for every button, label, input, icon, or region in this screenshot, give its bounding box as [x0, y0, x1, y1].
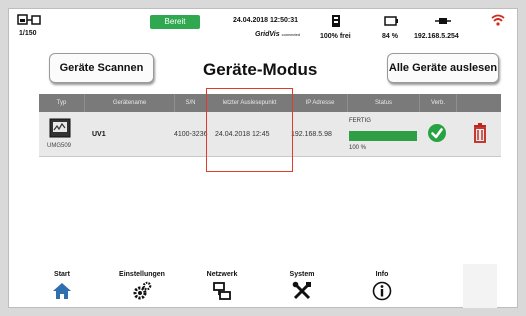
column-header-serial: S/N	[174, 94, 206, 112]
datetime: 24.04.2018 12:50:31	[233, 17, 298, 24]
column-header-actions	[456, 94, 501, 112]
status-text: FERTIG	[349, 118, 371, 124]
status-badge: Bereit	[150, 15, 200, 29]
nav-label-info[interactable]: Info	[376, 271, 389, 278]
ethernet-icon	[435, 18, 451, 24]
page-title: Geräte-Modus	[203, 60, 318, 79]
column-header-device-name: Gerätename	[84, 94, 174, 112]
app-name: GridVis connected	[255, 31, 300, 38]
device-serial: 4100-3236	[174, 131, 208, 138]
storage-free: 100% frei	[320, 33, 351, 40]
device-screen: 1/150 Bereit 24.04.2018 12:50:31 GridVis…	[8, 8, 518, 308]
nav-label-system[interactable]: System	[290, 271, 315, 278]
device-ip: 192.168.5.98	[291, 131, 332, 138]
progress-label: 100 %	[349, 145, 367, 151]
read-all-devices-button[interactable]: Alle Geräte auslesen	[387, 53, 499, 83]
device-counter: 1/150	[19, 30, 37, 37]
check-icon	[431, 128, 443, 139]
battery-level: 84 %	[382, 33, 398, 40]
gears-icon[interactable]	[132, 281, 152, 301]
device-type-icon	[49, 118, 71, 138]
ip-address: 192.168.5.254	[414, 33, 459, 40]
highlight-box	[206, 88, 293, 172]
battery-icon	[384, 16, 398, 26]
scan-devices-button[interactable]: Geräte Scannen	[49, 53, 154, 83]
app-name-label: GridVis	[255, 31, 280, 38]
column-header-ip: IP Adresse	[292, 94, 347, 112]
device-connection-icon	[17, 14, 41, 25]
sd-card-icon	[332, 15, 340, 27]
home-icon[interactable]	[52, 281, 72, 301]
tools-icon[interactable]	[292, 281, 312, 301]
wifi-alert-icon	[491, 14, 505, 26]
info-icon[interactable]	[372, 281, 392, 301]
device-name: UV1	[92, 131, 106, 138]
network-icon[interactable]	[212, 281, 232, 301]
connection-status	[428, 124, 446, 142]
status-bar: 1/150 Bereit 24.04.2018 12:50:31 GridVis…	[9, 9, 517, 45]
app-subtitle: connected	[281, 32, 301, 37]
progress-bar	[349, 131, 417, 141]
delete-icon[interactable]	[473, 123, 487, 143]
column-header-connection: Verb.	[419, 94, 456, 112]
nav-label-network[interactable]: Netzwerk	[207, 271, 238, 278]
progress-fill	[349, 131, 417, 141]
nav-label-start[interactable]: Start	[54, 271, 70, 278]
device-type-label: UMG509	[47, 143, 72, 149]
column-header-type: Typ	[56, 100, 67, 106]
column-header-status: Status	[347, 94, 419, 112]
blank-panel	[463, 264, 497, 308]
nav-label-settings[interactable]: Einstellungen	[119, 271, 165, 278]
